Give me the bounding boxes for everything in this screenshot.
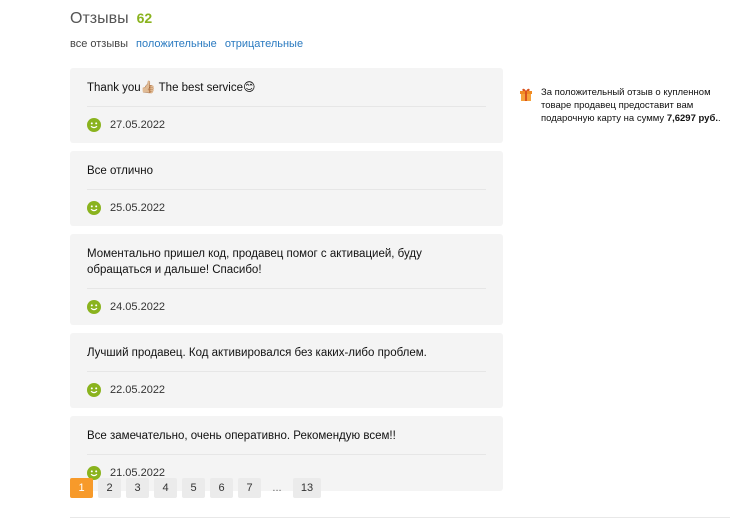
- review-text: Лучший продавец. Код активировался без к…: [87, 345, 486, 372]
- divider: [70, 517, 730, 518]
- thumbs-up-icon: 👍🏼: [140, 80, 156, 94]
- review-text-part: The best service: [155, 82, 244, 94]
- page-button-7[interactable]: 7: [238, 478, 261, 498]
- review-text-part: Thank you: [87, 82, 141, 94]
- review-text: Thank you👍🏼 The best service😊: [87, 80, 486, 107]
- reviews-count: 62: [136, 10, 153, 26]
- filter-positive[interactable]: положительные: [136, 38, 217, 50]
- page-button-4[interactable]: 4: [154, 478, 177, 498]
- page-button-6[interactable]: 6: [210, 478, 233, 498]
- page-button-1[interactable]: 1: [70, 478, 93, 498]
- review-meta: 22.05.2022: [87, 383, 486, 397]
- green-smile-icon: [87, 201, 101, 215]
- green-smile-icon: [87, 300, 101, 314]
- review-meta: 24.05.2022: [87, 300, 486, 314]
- review-date: 22.05.2022: [110, 384, 166, 396]
- review-card: Лучший продавец. Код активировался без к…: [70, 333, 503, 408]
- reviews-header: Отзывы 62: [70, 10, 152, 28]
- pagination: 1 2 3 4 5 6 7 ... 13: [70, 478, 321, 498]
- review-text: Все замечательно, очень оперативно. Реко…: [87, 428, 486, 455]
- reviews-list: Thank you👍🏼 The best service😊 27.05.2022…: [70, 68, 503, 499]
- review-date: 27.05.2022: [110, 119, 166, 131]
- review-card: Моментально пришел код, продавец помог с…: [70, 234, 503, 325]
- review-date: 24.05.2022: [110, 301, 166, 313]
- review-filters: все отзывы положительные отрицательные: [70, 38, 303, 50]
- page-button-2[interactable]: 2: [98, 478, 121, 498]
- filter-negative[interactable]: отрицательные: [225, 38, 303, 50]
- review-text: Моментально пришел код, продавец помог с…: [87, 246, 486, 289]
- review-card: Все отлично 25.05.2022: [70, 151, 503, 226]
- reviews-title: Отзывы: [70, 10, 129, 27]
- review-meta: 25.05.2022: [87, 201, 486, 215]
- review-meta: 27.05.2022: [87, 118, 486, 132]
- page-button-5[interactable]: 5: [182, 478, 205, 498]
- reviews-page: Отзывы 62 все отзывы положительные отриц…: [0, 0, 740, 522]
- smiling-face-icon: 😊: [243, 80, 256, 94]
- gift-card-note: За положительный отзыв о купленном товар…: [519, 86, 729, 125]
- green-smile-icon: [87, 118, 101, 132]
- filter-all[interactable]: все отзывы: [70, 38, 128, 50]
- page-button-3[interactable]: 3: [126, 478, 149, 498]
- gift-card-amount: 7,6297 руб.: [666, 113, 718, 124]
- review-date: 25.05.2022: [110, 202, 166, 214]
- review-card: Thank you👍🏼 The best service😊 27.05.2022: [70, 68, 503, 143]
- page-button-last[interactable]: 13: [293, 478, 321, 498]
- review-text: Все отлично: [87, 163, 486, 190]
- pagination-ellipsis: ...: [272, 482, 282, 494]
- gift-icon: [520, 88, 532, 101]
- green-smile-icon: [87, 383, 101, 397]
- gift-card-text-end: .: [717, 113, 721, 124]
- gift-card-text: За положительный отзыв о купленном товар…: [541, 86, 729, 125]
